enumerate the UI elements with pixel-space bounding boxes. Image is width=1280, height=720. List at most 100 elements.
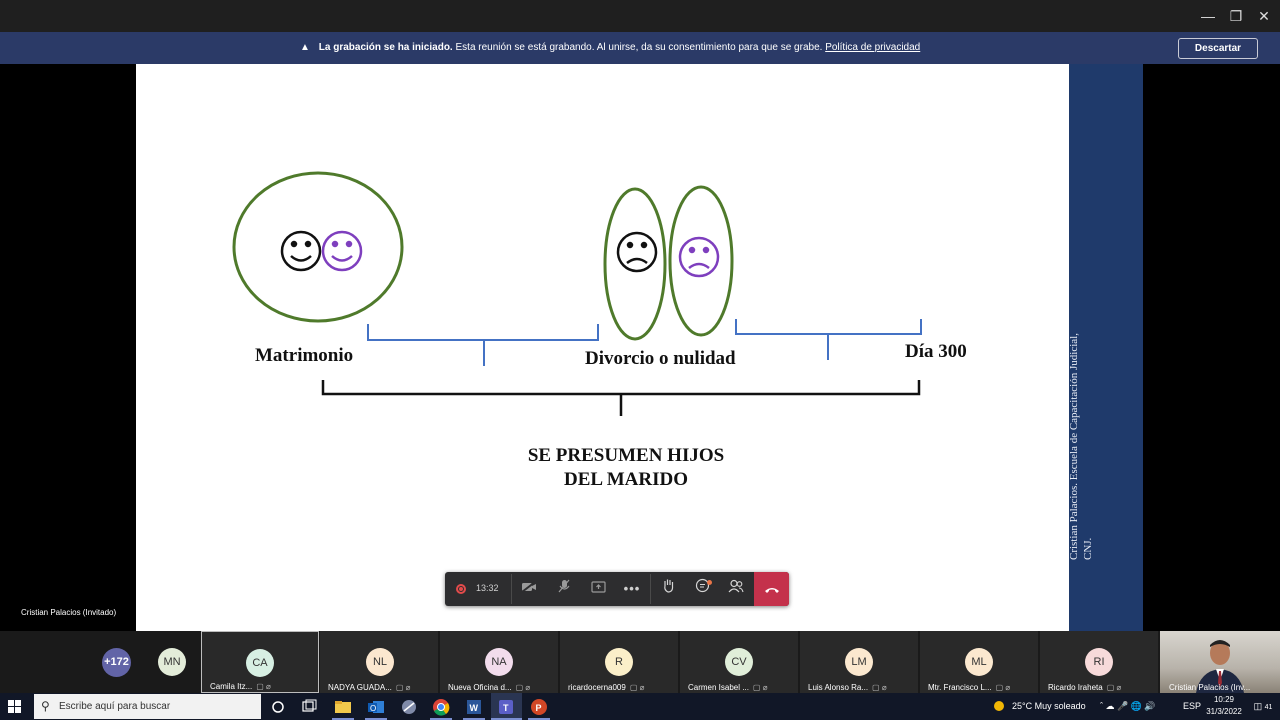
controls-divider <box>511 574 512 604</box>
leave-call-button[interactable] <box>754 572 789 606</box>
participant-tile[interactable]: NL NADYA GUADA... ▢ ⌀ <box>320 631 438 693</box>
svg-text:P: P <box>536 703 542 713</box>
participant-name: Mtr. Francisco L... ▢ ⌀ <box>928 683 1010 692</box>
participant-avatar: NA <box>485 648 513 676</box>
brace-presumption <box>321 380 921 416</box>
participant-status-icons: ▢ ⌀ <box>1106 683 1122 692</box>
participant-status-icons: ▢ ⌀ <box>256 682 271 691</box>
outlook-icon[interactable]: O <box>366 697 386 717</box>
raise-hand-icon <box>663 579 673 593</box>
windows-start-icon[interactable] <box>8 700 21 713</box>
conclusion-line2: DEL MARIDO <box>563 469 689 490</box>
weather-sun-icon <box>994 701 1004 711</box>
participant-name-text: Mtr. Francisco L... <box>928 683 992 692</box>
participant-name: Carmen Isabel ... ▢ ⌀ <box>688 683 768 692</box>
word-icon[interactable]: W <box>464 697 484 717</box>
participant-name: Luis Alonso Ra... ▢ ⌀ <box>808 683 887 692</box>
raise-hand-button[interactable] <box>652 572 684 606</box>
participant-name-text: ricardocerna009 <box>568 683 626 692</box>
meeting-timer: 13:32 <box>476 583 499 593</box>
presenter-video-name: Cristian Palacios (Inv... <box>1169 683 1251 692</box>
clock-time: 10:29 <box>1213 695 1235 704</box>
participant-name: ricardocerna009 ▢ ⌀ <box>568 683 644 692</box>
participant-name-text: Luis Alonso Ra... <box>808 683 869 692</box>
participant-status-icons: ▢ ⌀ <box>629 683 645 692</box>
participant-status-icons: ▢ ⌀ <box>395 683 411 692</box>
more-participants-badge[interactable]: +172 <box>102 648 131 677</box>
participant-status-icons: ▢ ⌀ <box>872 683 887 692</box>
file-explorer-icon[interactable] <box>333 697 353 717</box>
marriage-ellipse <box>232 171 404 323</box>
participant-name: Camila Itz... ▢ ⌀ <box>210 682 271 691</box>
participant-status-icons: ▢ ⌀ <box>995 683 1011 692</box>
participant-tile[interactable]: NA Nueva Oficina d... ▢ ⌀ <box>440 631 558 693</box>
participant-tile[interactable]: LM Luis Alonso Ra... ▢ ⌀ <box>800 631 918 693</box>
presenter-video-tile[interactable]: Cristian Palacios (Inv... <box>1160 631 1280 693</box>
clock-date: 31/3/2022 <box>1206 707 1242 716</box>
participant-avatar: CA <box>246 649 274 677</box>
participant-name: Nueva Oficina d... ▢ ⌀ <box>448 683 530 692</box>
happy-face-purple-icon <box>321 230 363 272</box>
input-language[interactable]: ESP <box>1183 693 1201 720</box>
sad-face-black-icon <box>616 231 658 273</box>
participant-avatar: LM <box>845 648 873 676</box>
brace-marriage-to-divorce <box>367 324 599 366</box>
tray-icons[interactable]: ˆ ☁ 🎤 🌐 🔊 <box>1100 693 1156 720</box>
svg-text:W: W <box>470 703 479 713</box>
brace-divorce-to-day300 <box>735 319 922 360</box>
recording-indicator-icon <box>456 584 466 594</box>
notification-icon: ◫ <box>1253 701 1263 711</box>
hang-up-icon <box>764 588 779 593</box>
participant-avatar: ML <box>965 648 993 676</box>
label-marriage: Matrimonio <box>255 345 354 366</box>
powerpoint-icon[interactable]: P <box>529 697 549 717</box>
chrome-icon[interactable] <box>431 697 451 717</box>
participant-name: NADYA GUADA... ▢ ⌀ <box>328 683 410 692</box>
participant-tile[interactable]: RI Ricardo Iraheta ▢ ⌀ <box>1040 631 1158 693</box>
teams-icon[interactable]: T <box>496 697 516 717</box>
share-screen-icon <box>590 581 606 593</box>
participant-avatar: CV <box>725 648 753 676</box>
participant-name-text: Carmen Isabel ... <box>688 683 749 692</box>
participant-name-text: Nueva Oficina d... <box>448 683 512 692</box>
participant-avatar: RI <box>1085 648 1113 676</box>
divorce-ellipse-left <box>603 187 667 341</box>
chat-button[interactable] <box>686 572 718 606</box>
taskbar-clock[interactable]: 10:29 31/3/2022 <box>1204 694 1244 718</box>
weather-widget[interactable]: 25°C Muy soleado <box>1012 693 1086 720</box>
participant-status-icons: ▢ ⌀ <box>515 683 531 692</box>
participant-avatar: NL <box>366 648 394 676</box>
taskbar-search-box[interactable]: ⚲ Escribe aquí para buscar <box>34 694 261 719</box>
chat-unread-badge <box>707 580 712 585</box>
presenter-label: Cristian Palacios (Invitado) <box>21 608 117 617</box>
search-placeholder: Escribe aquí para buscar <box>59 701 171 712</box>
meeting-controls: 13:32 ••• <box>445 572 789 606</box>
label-day-300: Día 300 <box>905 341 967 362</box>
snip-tool-icon[interactable] <box>399 697 419 717</box>
more-actions-button[interactable]: ••• <box>616 572 648 606</box>
participants-icon <box>728 579 744 593</box>
controls-divider <box>650 574 651 604</box>
participant-tile[interactable]: CV Carmen Isabel ... ▢ ⌀ <box>680 631 798 693</box>
participant-name-text: NADYA GUADA... <box>328 683 392 692</box>
share-screen-button[interactable] <box>582 572 614 606</box>
participant-avatar: MN <box>158 648 186 676</box>
conclusion-line1: SE PRESUMEN HIJOS <box>527 445 725 466</box>
happy-face-black-icon <box>280 230 322 272</box>
more-icon: ••• <box>623 581 641 596</box>
participants-button[interactable] <box>720 572 752 606</box>
teams-meeting-window: — ❐ ✕ ▲ La grabación se ha iniciado. Est… <box>0 0 1280 720</box>
notification-center-button[interactable]: ◫ 41 <box>1252 693 1274 720</box>
participant-name: Ricardo Iraheta ▢ ⌀ <box>1048 683 1121 692</box>
microphone-off-button[interactable] <box>548 572 580 606</box>
cortana-icon[interactable] <box>268 697 288 717</box>
camera-off-button[interactable] <box>513 572 545 606</box>
label-divorce: Divorcio o nulidad <box>585 348 736 369</box>
participant-tile-selected[interactable]: CA Camila Itz... ▢ ⌀ <box>201 631 319 693</box>
participant-tile[interactable]: ML Mtr. Francisco L... ▢ ⌀ <box>920 631 1038 693</box>
notification-count: 41 <box>1264 704 1273 711</box>
participant-tile[interactable]: R ricardocerna009 ▢ ⌀ <box>560 631 678 693</box>
participant-name-text: Ricardo Iraheta <box>1048 683 1103 692</box>
participant-status-icons: ▢ ⌀ <box>752 683 768 692</box>
task-view-icon[interactable] <box>300 697 320 717</box>
